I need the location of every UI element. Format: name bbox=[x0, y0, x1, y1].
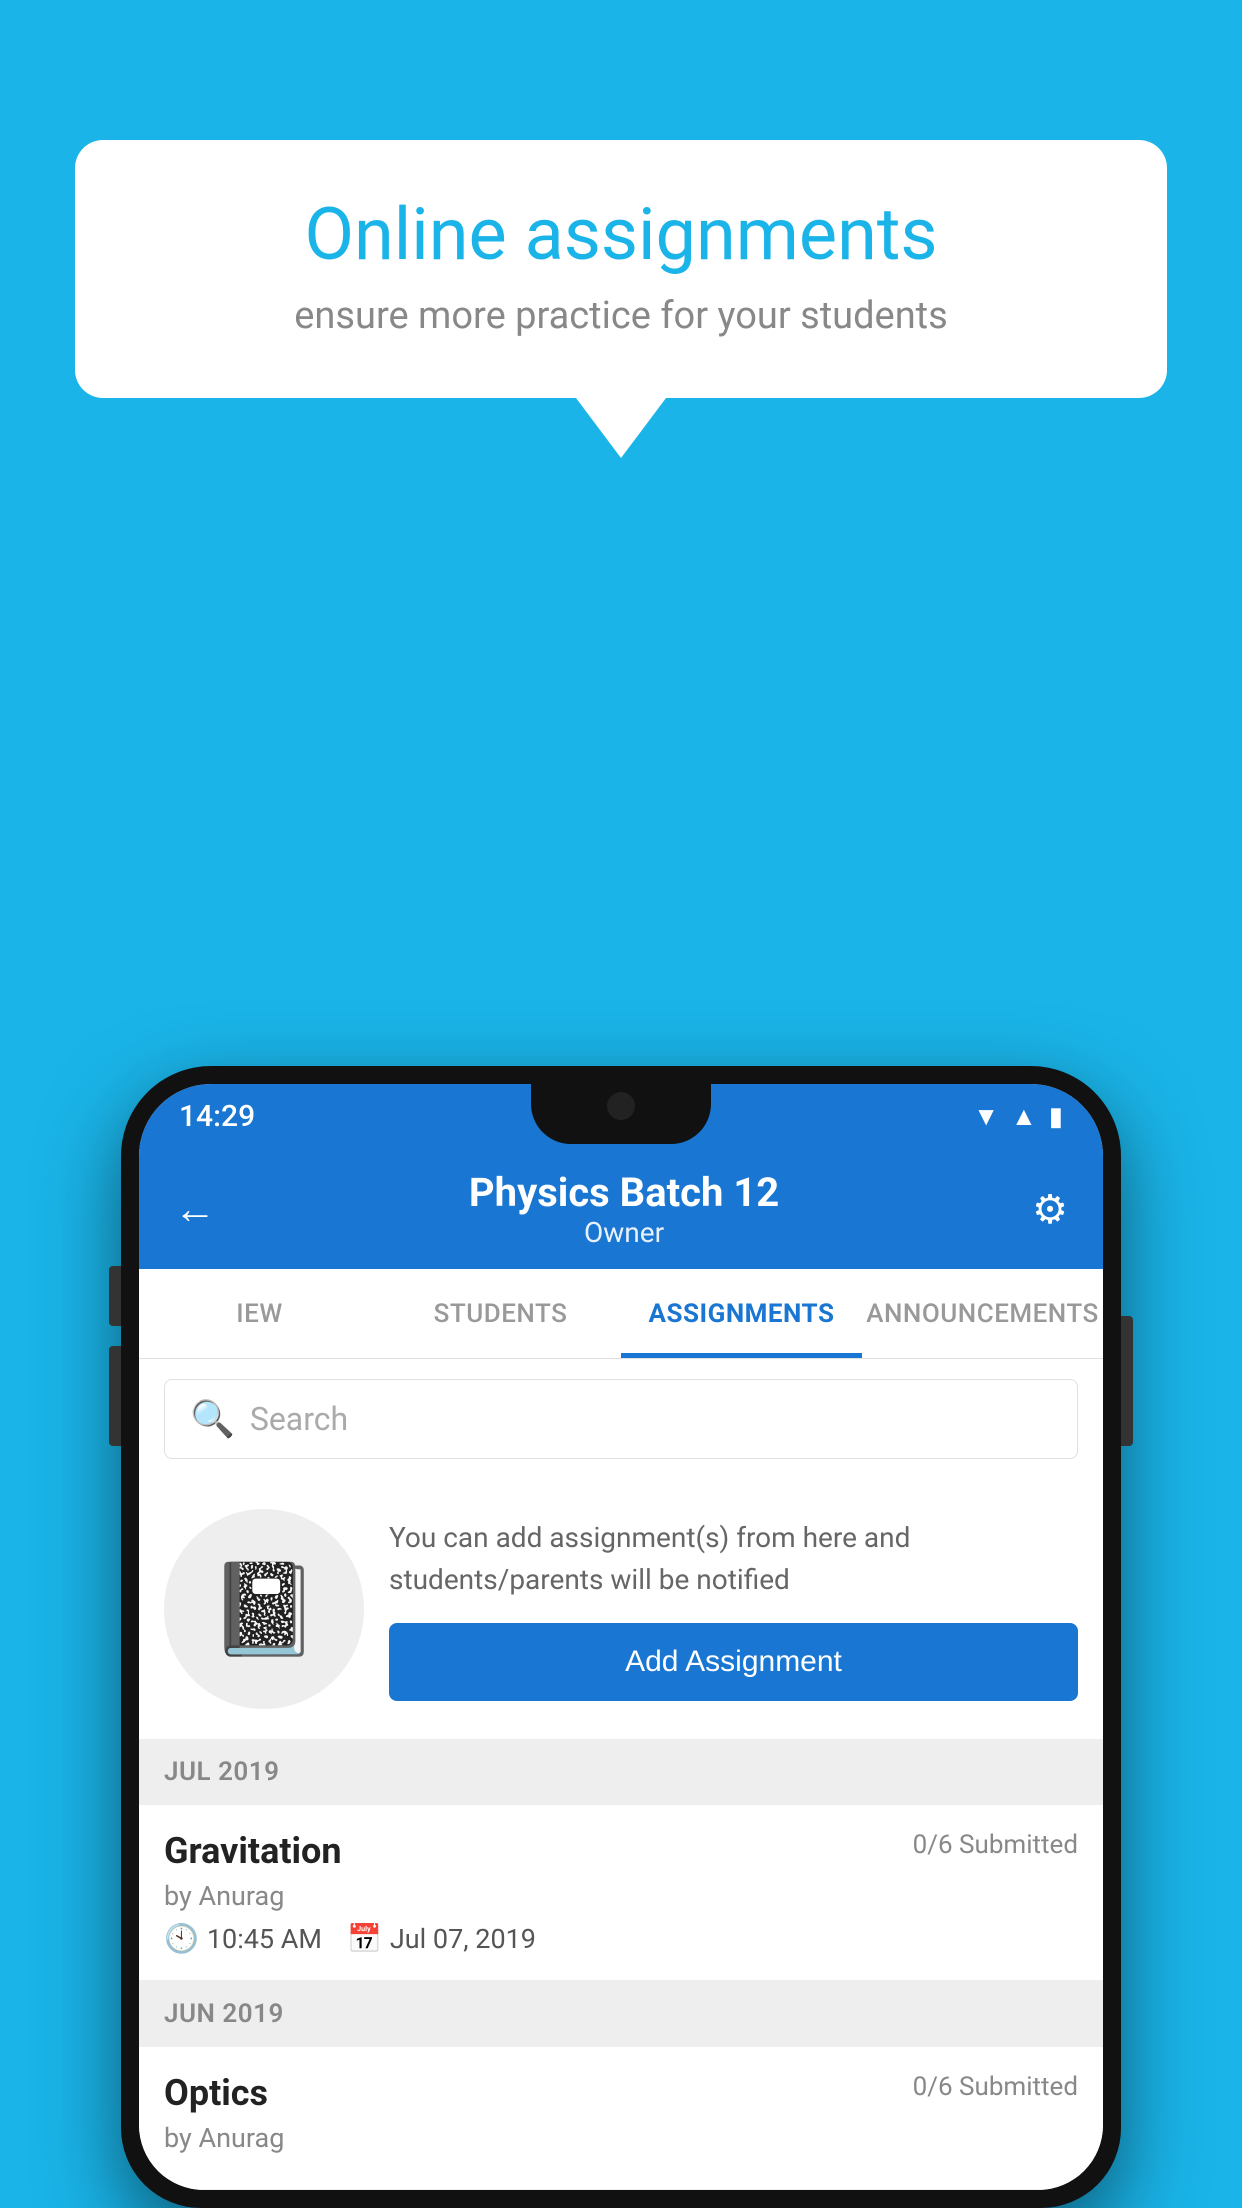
status-icons: ▼ ▲ ▮ bbox=[973, 1101, 1063, 1132]
search-container: 🔍 Search bbox=[139, 1359, 1103, 1479]
search-placeholder: Search bbox=[250, 1400, 348, 1438]
speech-bubble-subtitle: ensure more practice for your students bbox=[145, 294, 1097, 338]
tab-overview[interactable]: IEW bbox=[139, 1269, 380, 1358]
assignment-by-gravitation: by Anurag bbox=[164, 1880, 1078, 1912]
tab-announcements[interactable]: ANNOUNCEMENTS bbox=[862, 1269, 1103, 1358]
search-bar[interactable]: 🔍 Search bbox=[164, 1379, 1078, 1459]
phone-camera bbox=[607, 1092, 635, 1120]
speech-bubble: Online assignments ensure more practice … bbox=[75, 140, 1167, 398]
promo-section: 📓 You can add assignment(s) from here an… bbox=[139, 1479, 1103, 1739]
settings-icon[interactable]: ⚙ bbox=[1032, 1186, 1068, 1233]
status-time: 14:29 bbox=[179, 1099, 255, 1134]
speech-bubble-area: Online assignments ensure more practice … bbox=[75, 140, 1167, 458]
assignment-date-gravitation: 📅 Jul 07, 2019 bbox=[347, 1922, 536, 1955]
batch-title: Physics Batch 12 bbox=[469, 1169, 779, 1216]
wifi-icon: ▼ bbox=[973, 1101, 999, 1132]
speech-bubble-arrow bbox=[576, 398, 666, 458]
promo-text-area: You can add assignment(s) from here and … bbox=[389, 1517, 1078, 1701]
search-icon: 🔍 bbox=[190, 1398, 235, 1440]
assignment-header-row-optics: Optics 0/6 Submitted bbox=[164, 2072, 1078, 2114]
assignment-title-optics: Optics bbox=[164, 2072, 268, 2114]
tab-assignments[interactable]: ASSIGNMENTS bbox=[621, 1269, 862, 1358]
phone-body: 14:29 ▼ ▲ ▮ ← Physics Batch 12 Owner ⚙ bbox=[121, 1066, 1121, 2208]
assignment-time-gravitation: 🕙 10:45 AM bbox=[164, 1922, 322, 1955]
phone-screen: 14:29 ▼ ▲ ▮ ← Physics Batch 12 Owner ⚙ bbox=[139, 1084, 1103, 2190]
signal-icon: ▲ bbox=[1011, 1101, 1037, 1132]
phone-side-button-volume-up bbox=[109, 1266, 121, 1326]
assignment-submitted-optics: 0/6 Submitted bbox=[913, 2072, 1078, 2102]
battery-icon: ▮ bbox=[1049, 1102, 1063, 1132]
assignment-item-gravitation[interactable]: Gravitation 0/6 Submitted by Anurag 🕙 10… bbox=[139, 1805, 1103, 1981]
promo-description: You can add assignment(s) from here and … bbox=[389, 1517, 1078, 1601]
speech-bubble-title: Online assignments bbox=[145, 195, 1097, 274]
add-assignment-button[interactable]: Add Assignment bbox=[389, 1623, 1078, 1701]
assignment-by-optics: by Anurag bbox=[164, 2122, 1078, 2154]
assignment-item-optics[interactable]: Optics 0/6 Submitted by Anurag bbox=[139, 2047, 1103, 2190]
section-header-jun: JUN 2019 bbox=[139, 1981, 1103, 2047]
calendar-icon: 📅 bbox=[347, 1922, 382, 1955]
assignment-meta-gravitation: 🕙 10:45 AM 📅 Jul 07, 2019 bbox=[164, 1922, 1078, 1955]
assignment-submitted-gravitation: 0/6 Submitted bbox=[913, 1830, 1078, 1860]
section-header-jul: JUL 2019 bbox=[139, 1739, 1103, 1805]
app-header: ← Physics Batch 12 Owner ⚙ bbox=[139, 1149, 1103, 1269]
phone-side-button-volume-down bbox=[109, 1346, 121, 1446]
notebook-icon: 📓 bbox=[208, 1557, 320, 1662]
tab-students[interactable]: STUDENTS bbox=[380, 1269, 621, 1358]
phone-side-button-power bbox=[1121, 1316, 1133, 1446]
promo-icon-circle: 📓 bbox=[164, 1509, 364, 1709]
phone-frame: 14:29 ▼ ▲ ▮ ← Physics Batch 12 Owner ⚙ bbox=[121, 1066, 1121, 2208]
tab-bar: IEW STUDENTS ASSIGNMENTS ANNOUNCEMENTS bbox=[139, 1269, 1103, 1359]
assignment-title-gravitation: Gravitation bbox=[164, 1830, 342, 1872]
assignment-header-row: Gravitation 0/6 Submitted bbox=[164, 1830, 1078, 1872]
clock-icon: 🕙 bbox=[164, 1922, 199, 1955]
header-title-area: Physics Batch 12 Owner bbox=[469, 1169, 779, 1249]
back-button[interactable]: ← bbox=[174, 1185, 216, 1234]
batch-subtitle: Owner bbox=[469, 1216, 779, 1249]
